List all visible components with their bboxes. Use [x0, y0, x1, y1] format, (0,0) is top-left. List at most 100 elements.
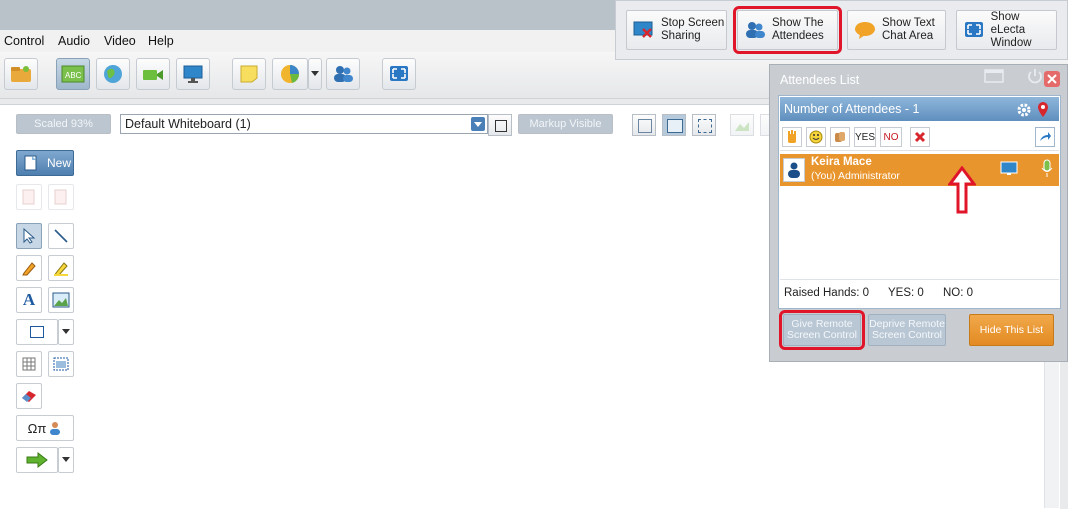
notes-button[interactable]: [232, 58, 266, 90]
arrow-forward-icon: [1040, 132, 1051, 141]
clear-feedback-button[interactable]: [910, 127, 930, 147]
new-page-icon: [24, 155, 37, 171]
image-tool-button[interactable]: [730, 114, 754, 136]
new-page-button[interactable]: New: [16, 150, 74, 176]
line-icon: [54, 229, 68, 243]
eraser-tool-button[interactable]: [16, 383, 42, 409]
menu-control[interactable]: Control: [4, 34, 44, 48]
attendee-role: (You) Administrator: [811, 170, 900, 182]
globe-icon: [104, 65, 122, 83]
checkbox-icon: [495, 120, 507, 132]
markup-toggle-button[interactable]: [488, 114, 512, 136]
select-tool-button[interactable]: [16, 223, 42, 249]
omega-pi-label: Ωπ: [27, 420, 47, 436]
video-button[interactable]: [136, 58, 170, 90]
menu-audio[interactable]: Audio: [58, 34, 90, 48]
fit-width-icon: [667, 119, 683, 133]
sticky-note-icon: [240, 65, 258, 83]
raise-hand-button[interactable]: [782, 127, 802, 147]
deprive-remote-control-button[interactable]: Deprive Remote Screen Control: [868, 314, 946, 346]
smile-button[interactable]: [806, 127, 826, 147]
clear-page-button[interactable]: [48, 184, 74, 210]
stop-screen-sharing-label: Stop Screen Sharing: [661, 17, 725, 42]
fit-width-button[interactable]: [662, 114, 686, 136]
location-pin-icon[interactable]: [1036, 101, 1050, 119]
web-browser-button[interactable]: [96, 58, 130, 90]
chevron-down-icon[interactable]: [471, 117, 485, 131]
shape-dropdown-button[interactable]: [58, 319, 74, 345]
screen-share-button[interactable]: [176, 58, 210, 90]
chat-bubble-icon: [855, 22, 875, 39]
image-icon: [52, 292, 70, 308]
annotation-up-arrow-icon: [948, 166, 976, 214]
user-icon: [50, 422, 61, 435]
no-count: NO: 0: [943, 287, 974, 299]
user-silhouette-icon: [788, 162, 800, 178]
yes-button[interactable]: YES: [854, 127, 876, 147]
clapping-hands-icon: [835, 132, 845, 142]
show-text-chat-button[interactable]: Show Text Chat Area: [847, 10, 946, 50]
poll-dropdown-button[interactable]: [308, 58, 322, 90]
folder-icon: [11, 66, 31, 82]
delete-page-button[interactable]: [16, 184, 42, 210]
menu-help[interactable]: Help: [148, 34, 174, 48]
open-folder-button[interactable]: [4, 58, 38, 90]
equation-tool-button[interactable]: Ωπ: [16, 415, 74, 441]
attendee-row[interactable]: Keira Mace (You) Administrator: [780, 154, 1059, 186]
chevron-down-icon: [62, 457, 70, 462]
poll-button[interactable]: [272, 58, 308, 90]
avatar: [783, 158, 805, 182]
page-delete-icon: [22, 189, 35, 205]
highlighter-tool-button[interactable]: [48, 255, 74, 281]
whiteboard-select-value: Default Whiteboard (1): [125, 117, 251, 131]
raised-hands-count: Raised Hands: 0: [784, 287, 870, 299]
svg-text:ABC: ABC: [65, 71, 82, 80]
text-tool-button[interactable]: A: [16, 287, 42, 313]
arrow-right-icon: [26, 452, 48, 468]
attendees-panel: Attendees List Number of Attendees - 1 Y…: [769, 64, 1068, 362]
applause-button[interactable]: [830, 127, 850, 147]
attendees-list-box: Number of Attendees - 1 YES NO Keira Mac…: [778, 95, 1061, 309]
highlighter-icon: [54, 262, 68, 276]
users-icon: [746, 22, 765, 38]
close-button[interactable]: [1044, 71, 1060, 87]
attendees-toolbar-button[interactable]: [326, 58, 360, 90]
power-icon[interactable]: [1026, 67, 1044, 85]
pencil-tool-button[interactable]: [16, 255, 42, 281]
no-button[interactable]: NO: [880, 127, 902, 147]
give-remote-control-button[interactable]: Give Remote Screen Control: [779, 310, 865, 350]
video-camera-icon: [143, 70, 163, 80]
insert-image-button[interactable]: [48, 287, 74, 313]
image-icon: [735, 122, 749, 131]
show-electa-window-button[interactable]: Show eLecta Window: [956, 10, 1057, 50]
whiteboard-select[interactable]: Default Whiteboard (1): [120, 114, 488, 134]
hide-list-button[interactable]: Hide This List: [969, 314, 1054, 346]
arrow-shape-button[interactable]: [16, 447, 58, 473]
stop-screen-sharing-button[interactable]: Stop Screen Sharing: [626, 10, 727, 50]
menu-video[interactable]: Video: [104, 34, 136, 48]
show-attendees-button[interactable]: Show The Attendees: [733, 6, 842, 54]
sharing-ribbon: Stop Screen Sharing Show The Attendees S…: [615, 0, 1068, 60]
users-icon: [334, 66, 353, 82]
line-tool-button[interactable]: [48, 223, 74, 249]
text-a-icon: A: [22, 290, 36, 309]
window-restore-icon[interactable]: [983, 67, 1005, 85]
pie-chart-icon: [281, 65, 300, 83]
fullscreen-button[interactable]: [382, 58, 416, 90]
close-icon: [1047, 74, 1057, 84]
grid-tool-button[interactable]: [16, 351, 42, 377]
chevron-down-icon: [311, 71, 319, 76]
markup-visible-button[interactable]: Markup Visible: [518, 114, 613, 134]
table-tool-button[interactable]: [48, 351, 74, 377]
gear-icon[interactable]: [1016, 102, 1032, 118]
arrow-dropdown-button[interactable]: [58, 447, 74, 473]
rectangle-tool-button[interactable]: [16, 319, 58, 345]
whiteboard-button[interactable]: ABC: [56, 58, 90, 90]
share-arrow-button[interactable]: [1035, 127, 1055, 147]
fit-page-button[interactable]: [632, 114, 656, 136]
fit-all-icon: [698, 119, 712, 133]
fit-all-button[interactable]: [692, 114, 716, 136]
table-icon: [53, 357, 69, 371]
new-page-label: New: [47, 156, 72, 170]
fullscreen-icon: [390, 66, 408, 81]
